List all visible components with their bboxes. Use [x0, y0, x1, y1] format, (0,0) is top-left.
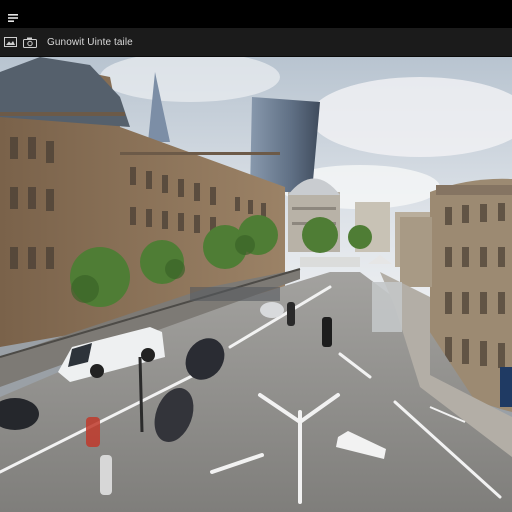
photo-viewer[interactable] [0, 57, 512, 512]
viewer-toolbar: Gunowit Uinte taile [0, 28, 512, 57]
window-title: Gunowit Uinte taile [47, 36, 133, 48]
window-menu-icon[interactable] [8, 9, 18, 22]
image-icon[interactable] [3, 36, 17, 48]
app-window: Gunowit Uinte taile [0, 0, 512, 512]
window-top-bar [0, 0, 512, 28]
camera-icon[interactable] [23, 36, 37, 48]
street-photo [0, 57, 512, 512]
